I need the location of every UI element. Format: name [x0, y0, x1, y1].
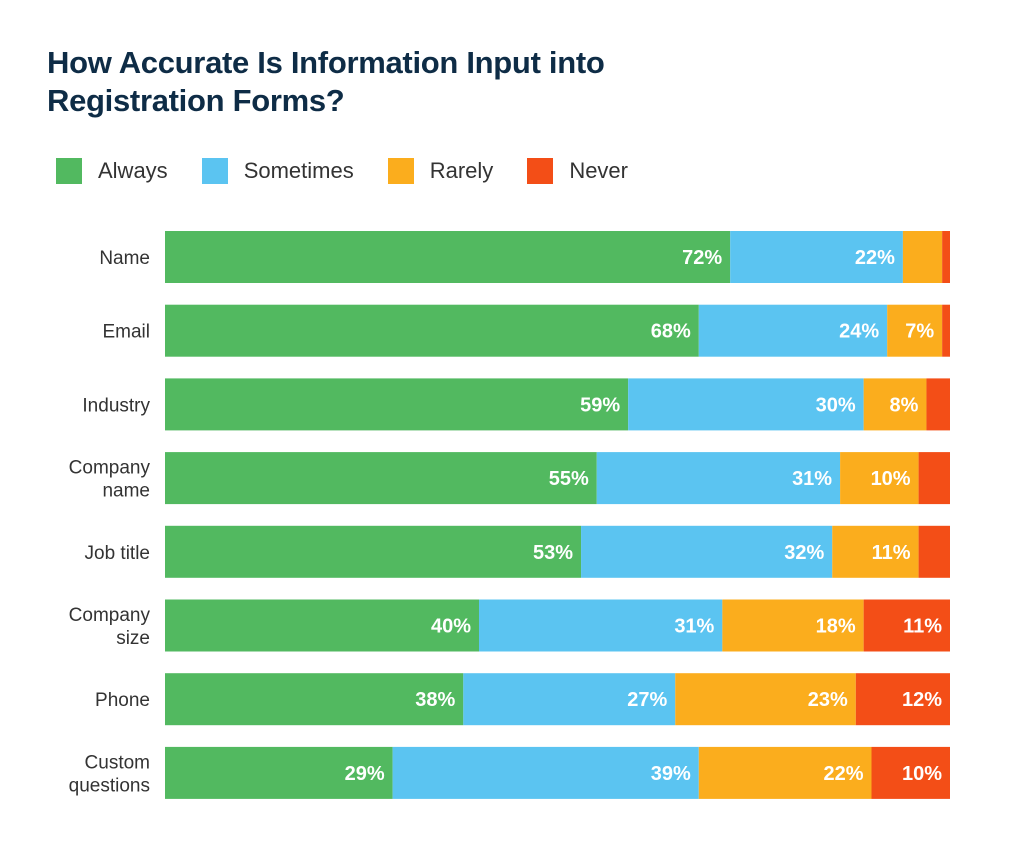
category-label: Custom questions	[69, 752, 150, 796]
value-label: 24%	[839, 321, 879, 343]
bar-segment-never	[918, 525, 950, 578]
value-label: 10%	[871, 468, 911, 490]
bar-segment-never	[926, 378, 950, 431]
value-label: 59%	[580, 394, 620, 416]
value-label: 72%	[682, 247, 722, 269]
category-label: Name	[99, 248, 150, 269]
value-label: 7%	[905, 321, 934, 343]
value-label: 68%	[651, 321, 691, 343]
value-label: 30%	[816, 394, 856, 416]
category-label: Company name	[69, 458, 151, 502]
value-label: 11%	[872, 542, 911, 564]
value-label: 55%	[549, 468, 589, 490]
value-label: 39%	[651, 763, 691, 785]
category-label: Industry	[82, 395, 150, 416]
value-label: 18%	[816, 616, 856, 638]
value-label: 40%	[431, 616, 471, 638]
value-label: 22%	[855, 247, 895, 269]
value-label: 53%	[533, 542, 573, 564]
value-label: 31%	[674, 616, 714, 638]
value-label: 12%	[902, 689, 942, 711]
bar-segment-always	[165, 378, 629, 431]
category-label: Email	[102, 322, 150, 343]
category-label: Job title	[85, 543, 150, 564]
bar-segment-always	[165, 525, 582, 578]
bar-segment-always	[165, 304, 699, 357]
value-label: 32%	[784, 542, 824, 564]
value-label: 8%	[890, 394, 919, 416]
value-label: 23%	[808, 689, 848, 711]
category-label: Company size	[69, 605, 151, 649]
category-label: Phone	[95, 690, 150, 711]
bar-segment-rarely	[902, 231, 943, 283]
value-label: 27%	[627, 689, 667, 711]
bar-segment-always	[165, 231, 731, 283]
stacked-bar-chart: Name 72% 22% Email 68% 24% 7% Industry 59% 30% 8% C…	[69, 231, 950, 799]
value-label: 11%	[903, 616, 942, 638]
bar-segment-never	[942, 304, 950, 357]
bar-segment-never	[942, 231, 950, 283]
value-label: 31%	[792, 468, 832, 490]
bar-segment-always	[165, 452, 597, 505]
value-label: 38%	[415, 689, 455, 711]
value-label: 10%	[902, 763, 942, 785]
value-label: 29%	[345, 763, 385, 785]
bar-segment-never	[918, 452, 950, 505]
value-label: 22%	[823, 763, 863, 785]
